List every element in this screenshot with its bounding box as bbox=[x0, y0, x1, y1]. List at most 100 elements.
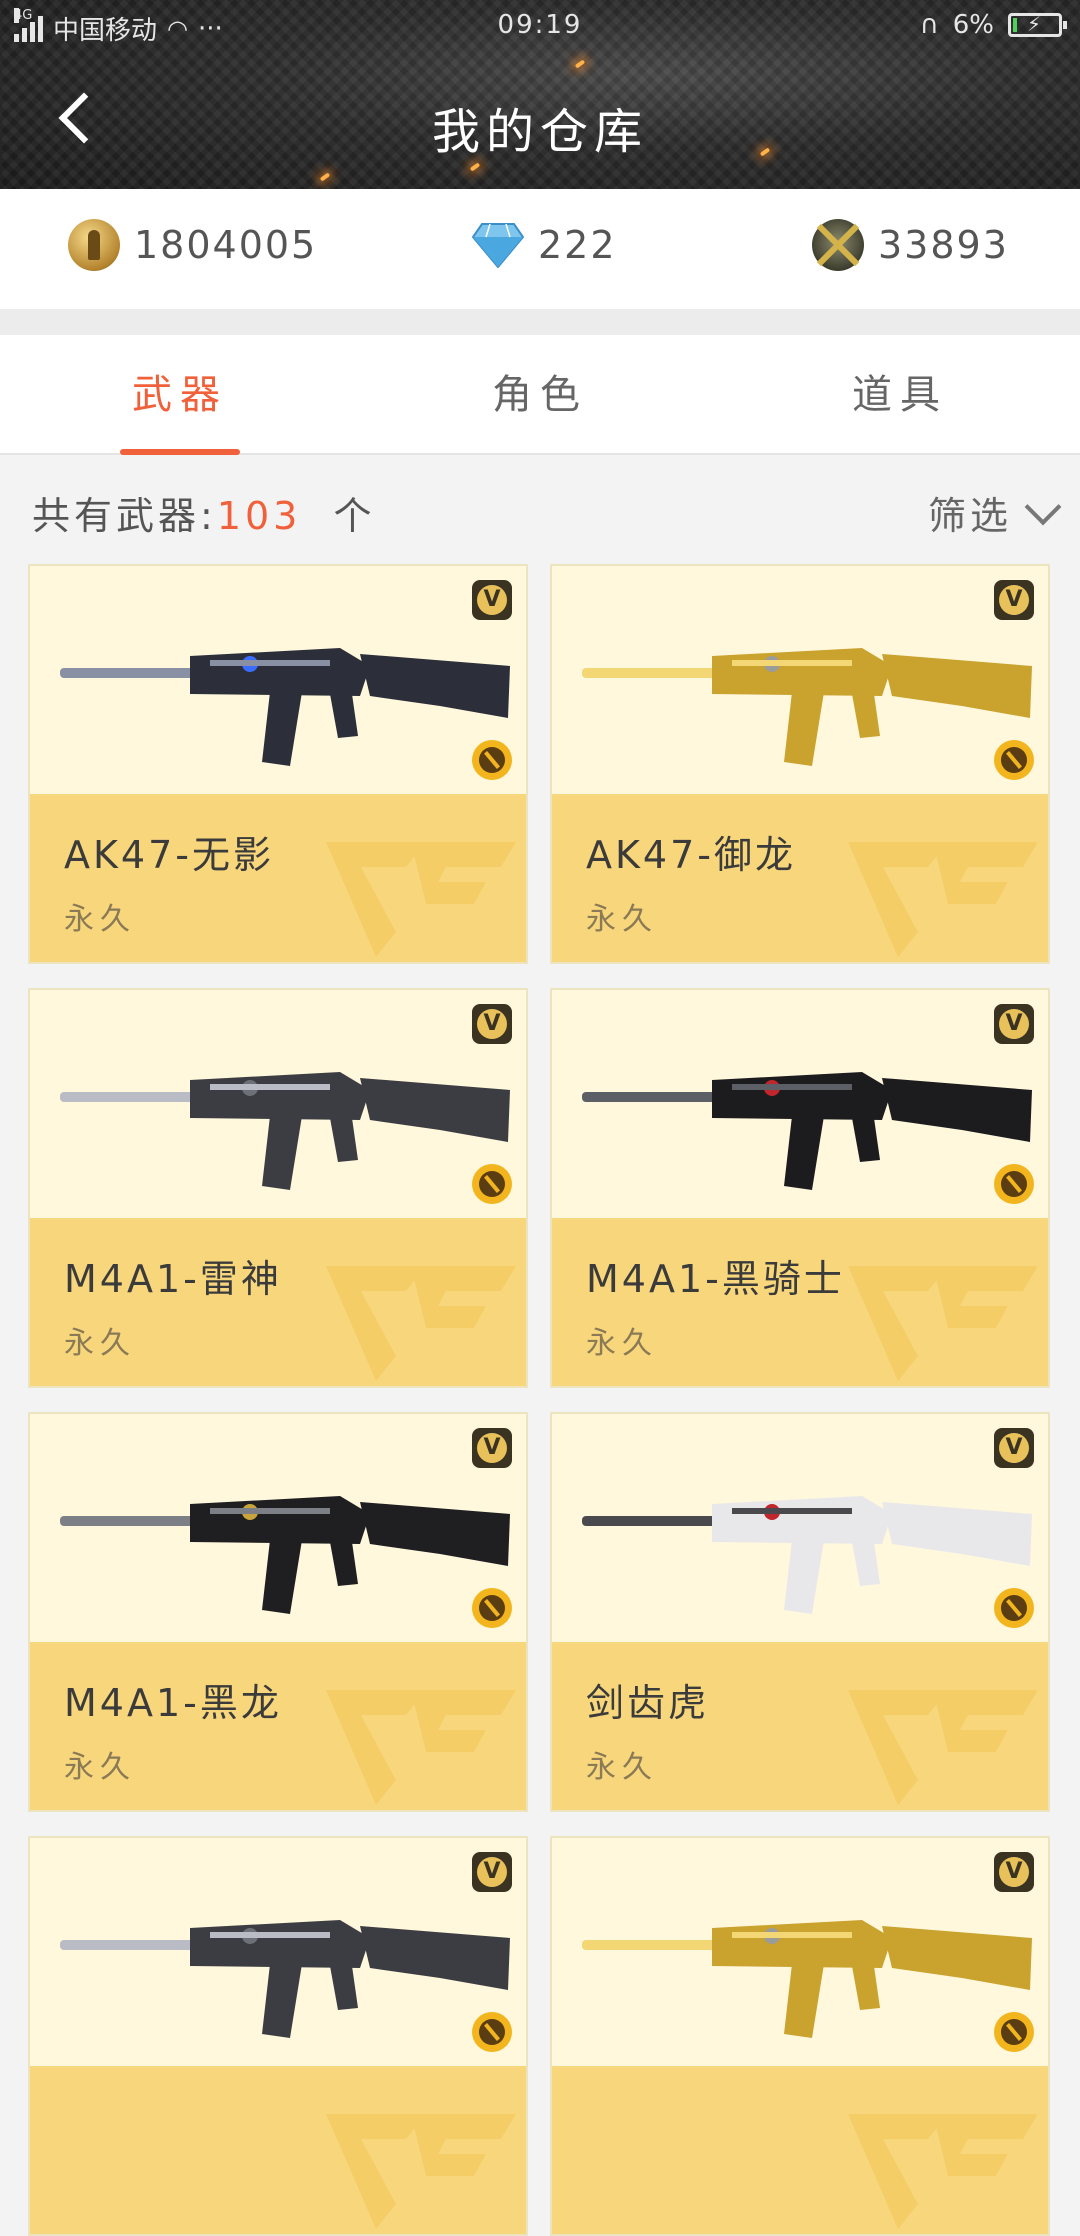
filter-button[interactable]: 筛选 bbox=[927, 485, 1062, 540]
weapon-card[interactable]: V 剑齿虎 永久 bbox=[550, 1412, 1050, 1812]
weapon-info: M4A1-雷神 永久 bbox=[30, 1218, 526, 1386]
tab-weapons[interactable]: 武器 bbox=[0, 335, 360, 455]
weapon-part bbox=[784, 1964, 824, 2038]
battery-fill bbox=[1013, 18, 1017, 32]
weapon-part bbox=[852, 1118, 880, 1162]
filter-label: 筛选 bbox=[927, 494, 1012, 538]
weapon-duration: 永久 bbox=[586, 1326, 658, 1361]
weapon-part bbox=[882, 1502, 1032, 1566]
weapon-image bbox=[582, 1920, 1032, 2038]
weapon-info: M4A1-黑龙 永久 bbox=[30, 1642, 526, 1810]
weapon-name: AK47-无影 bbox=[64, 833, 274, 877]
weapon-part bbox=[582, 668, 732, 678]
weapon-card[interactable]: V M4A1-黑骑士 永久 bbox=[550, 988, 1050, 1388]
weapon-part bbox=[60, 1092, 210, 1102]
weapon-part bbox=[190, 1496, 370, 1544]
weapon-part bbox=[784, 1540, 824, 1614]
weapon-card[interactable]: V AK47-御龙 永久 bbox=[550, 564, 1050, 964]
weapon-name: M4A1-雷神 bbox=[64, 1257, 282, 1301]
weapon-info: AK47-御龙 永久 bbox=[552, 794, 1048, 962]
honor-balance: 33893 bbox=[812, 219, 1009, 271]
weapon-count-prefix: 共有武器: bbox=[32, 494, 217, 538]
weapon-image-area: V bbox=[30, 990, 526, 1218]
cf-logo-watermark bbox=[326, 842, 516, 957]
weapon-part bbox=[732, 660, 852, 666]
weapon-part bbox=[210, 1932, 330, 1938]
weapon-duration: 永久 bbox=[64, 902, 136, 937]
tab-items[interactable]: 道具 bbox=[720, 335, 1080, 455]
weapon-card[interactable]: V M4A1-黑龙 永久 bbox=[28, 1412, 528, 1812]
weapon-image-area: V bbox=[552, 1838, 1048, 2066]
weapon-image-area: V bbox=[30, 1838, 526, 2066]
weapon-part bbox=[210, 1508, 330, 1514]
cf-logo-watermark bbox=[326, 1266, 516, 1381]
cf-logo-watermark bbox=[848, 842, 1038, 957]
weapon-part bbox=[262, 1116, 302, 1190]
weapon-part bbox=[712, 1072, 892, 1120]
vip-badge-icon: V bbox=[472, 580, 512, 620]
weapon-part bbox=[60, 1940, 210, 1950]
currency-badge-icon bbox=[472, 740, 512, 780]
weapon-card[interactable]: V bbox=[550, 1836, 1050, 2236]
weapon-image bbox=[60, 1072, 510, 1190]
weapon-part bbox=[582, 1940, 732, 1950]
weapon-part bbox=[330, 1542, 358, 1586]
weapon-part bbox=[190, 648, 370, 696]
status-bar: 4G 中国移动 ◠ ··· 09:19 ∩ 6% ⚡ bbox=[0, 0, 1080, 52]
weapon-part bbox=[360, 1502, 510, 1566]
weapon-duration: 永久 bbox=[64, 1750, 136, 1785]
weapon-part bbox=[60, 668, 210, 678]
weapon-info bbox=[30, 2066, 526, 2234]
weapon-card[interactable]: V AK47-无影 永久 bbox=[28, 564, 528, 964]
weapon-part bbox=[582, 1516, 732, 1526]
weapon-image bbox=[582, 648, 1032, 766]
app-header: 4G 中国移动 ◠ ··· 09:19 ∩ 6% ⚡ 我的仓库 bbox=[0, 0, 1080, 189]
weapon-count-number: 103 bbox=[216, 494, 302, 538]
honor-value: 33893 bbox=[878, 223, 1009, 267]
weapon-image-area: V bbox=[552, 566, 1048, 794]
tab-characters[interactable]: 角色 bbox=[360, 335, 720, 455]
cf-logo-watermark bbox=[326, 1690, 516, 1805]
weapon-count-suffix: 个 bbox=[333, 494, 376, 538]
weapon-part bbox=[852, 694, 880, 738]
currency-badge-icon bbox=[994, 2012, 1034, 2052]
weapon-part bbox=[360, 1926, 510, 1990]
weapon-name: M4A1-黑骑士 bbox=[586, 1257, 845, 1301]
tab-characters-label: 角色 bbox=[492, 372, 588, 418]
weapon-part bbox=[330, 1118, 358, 1162]
diamond-balance: 222 bbox=[472, 219, 617, 271]
weapon-part bbox=[882, 654, 1032, 718]
currency-bar: 1804005 222 33893 bbox=[0, 189, 1080, 309]
weapon-info: 剑齿虎 永久 bbox=[552, 1642, 1048, 1810]
weapon-part bbox=[784, 692, 824, 766]
weapon-name: 剑齿虎 bbox=[586, 1681, 710, 1725]
diamond-icon bbox=[472, 219, 524, 271]
weapon-part bbox=[784, 1116, 824, 1190]
coin-balance: 1804005 bbox=[68, 219, 317, 271]
vip-badge-icon: V bbox=[472, 1852, 512, 1892]
weapon-part bbox=[360, 654, 510, 718]
weapon-image-area: V bbox=[552, 990, 1048, 1218]
weapon-part bbox=[262, 692, 302, 766]
vip-badge-icon: V bbox=[472, 1004, 512, 1044]
currency-badge-icon bbox=[994, 740, 1034, 780]
weapon-info: M4A1-黑骑士 永久 bbox=[552, 1218, 1048, 1386]
weapon-image-area: V bbox=[30, 566, 526, 794]
weapon-image-area: V bbox=[30, 1414, 526, 1642]
cf-logo-watermark bbox=[848, 1690, 1038, 1805]
weapon-part bbox=[852, 1966, 880, 2010]
weapon-duration: 永久 bbox=[586, 1750, 658, 1785]
weapon-card[interactable]: V M4A1-雷神 永久 bbox=[28, 988, 528, 1388]
currency-badge-icon bbox=[994, 1164, 1034, 1204]
weapon-card[interactable]: V bbox=[28, 1836, 528, 2236]
cf-logo-watermark bbox=[326, 2114, 516, 2229]
weapon-image bbox=[582, 1496, 1032, 1614]
weapon-part bbox=[210, 660, 330, 666]
weapon-part bbox=[712, 1496, 892, 1544]
vip-badge-icon: V bbox=[994, 580, 1034, 620]
weapon-part bbox=[330, 694, 358, 738]
currency-badge-icon bbox=[472, 1588, 512, 1628]
category-tabs: 武器 角色 道具 bbox=[0, 335, 1080, 455]
weapon-count: 共有武器:103 个 bbox=[32, 485, 376, 540]
weapon-part bbox=[712, 1920, 892, 1968]
